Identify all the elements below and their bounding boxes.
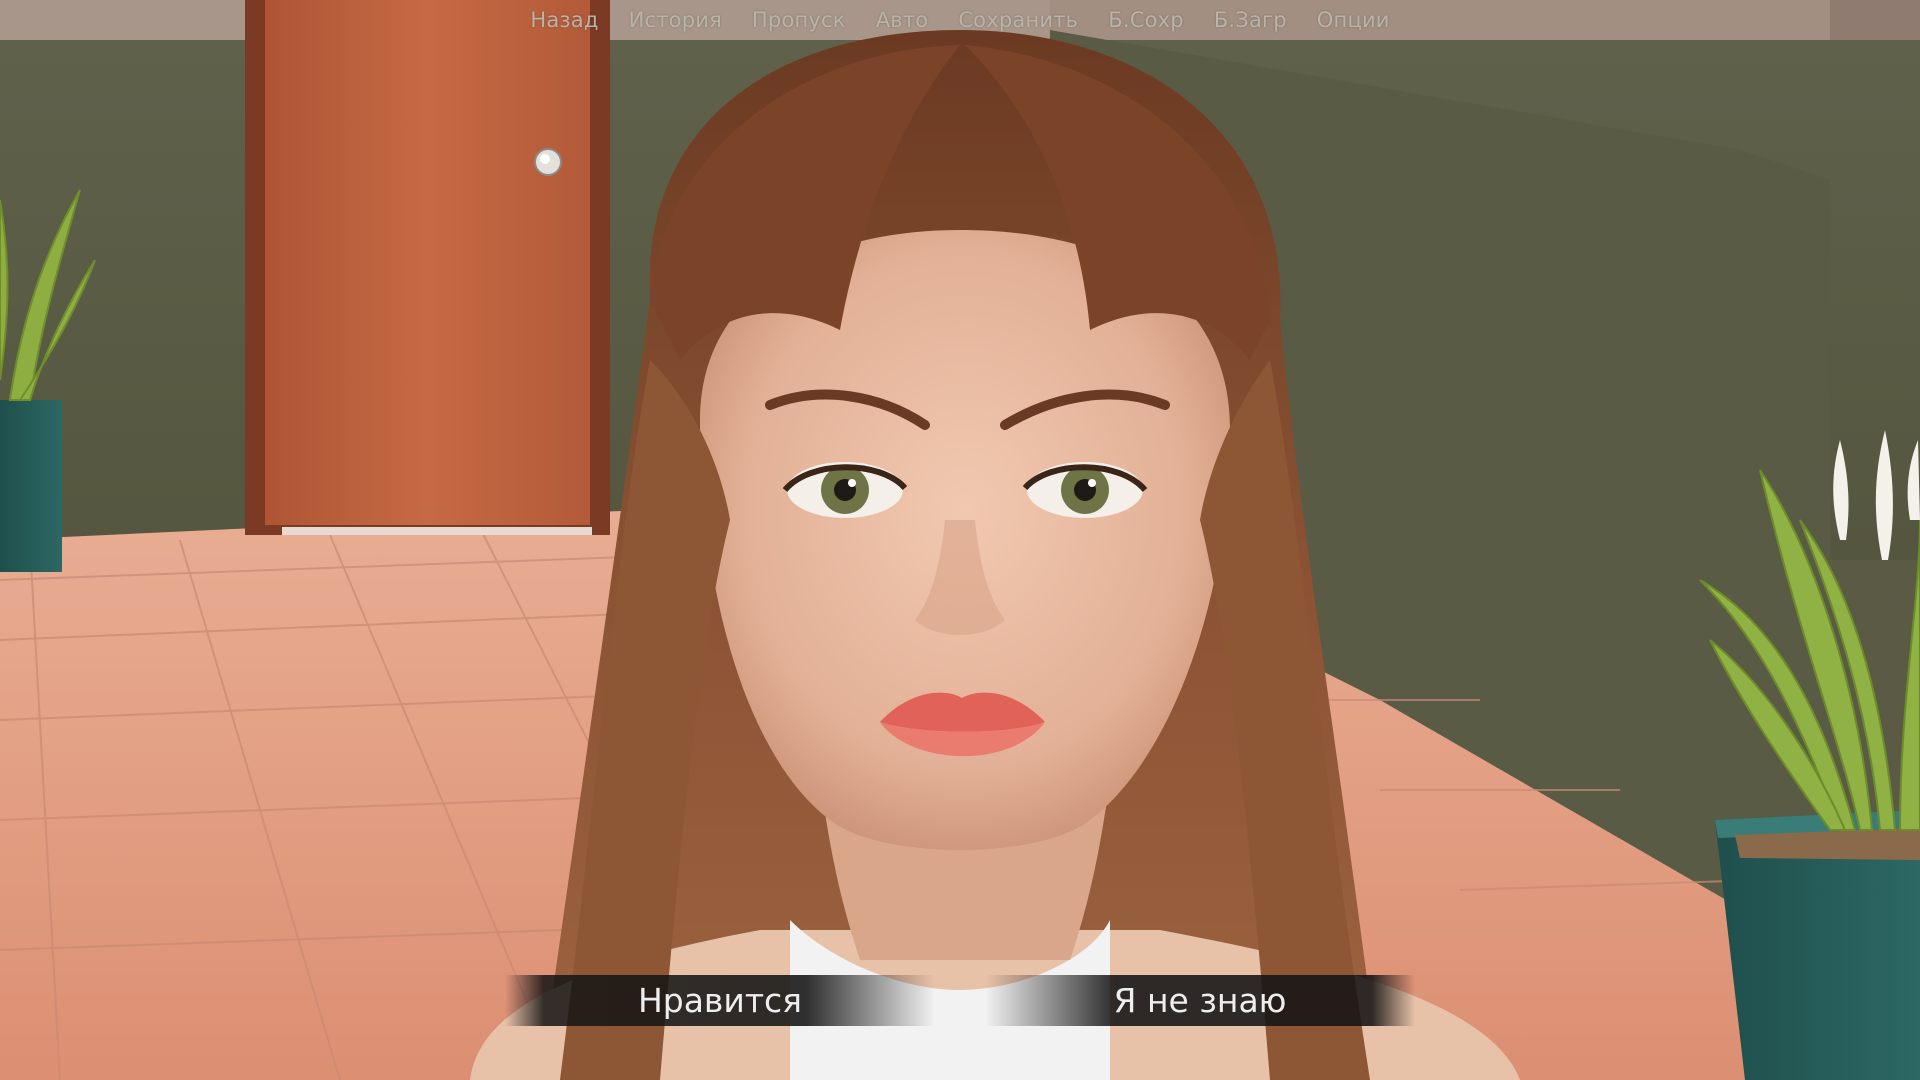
choice-button-like[interactable]: Нравится [505, 975, 935, 1026]
quick-menu: Назад История Пропуск Авто Сохранить Б.С… [0, 4, 1920, 36]
options-button[interactable]: Опции [1302, 4, 1405, 36]
quick-load-button[interactable]: Б.Загр [1199, 4, 1302, 36]
auto-button[interactable]: Авто [861, 4, 944, 36]
choice-button-dont-know[interactable]: Я не знаю [985, 975, 1415, 1026]
save-button[interactable]: Сохранить [943, 4, 1093, 36]
game-scene-background [0, 0, 1920, 1080]
history-button[interactable]: История [614, 4, 737, 36]
choice-menu: Нравится Я не знаю [0, 975, 1920, 1026]
skip-button[interactable]: Пропуск [737, 4, 861, 36]
back-button[interactable]: Назад [515, 4, 613, 36]
quick-save-button[interactable]: Б.Сохр [1093, 4, 1199, 36]
